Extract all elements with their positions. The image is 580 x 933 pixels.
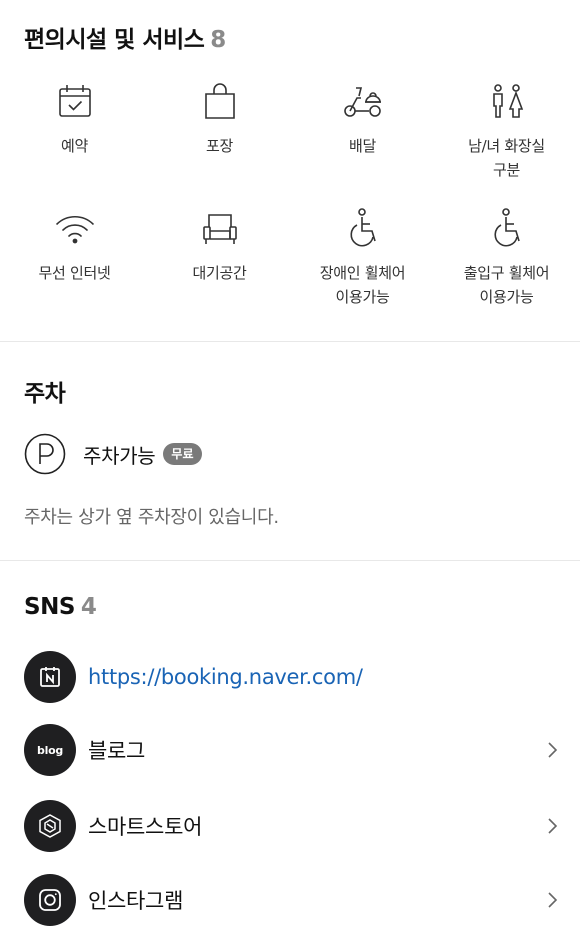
amenity-restroom: 남/녀 화장실 구분: [434, 80, 579, 182]
naver-booking-icon: [24, 651, 76, 703]
amenity-delivery: 배달: [290, 80, 435, 158]
parking-icon: [24, 433, 66, 475]
chevron-right-icon: [548, 892, 558, 908]
amenity-label: 출입구 휠체어 이용가능: [463, 264, 550, 306]
parking-note: 주차는 상가 옆 주차장이 있습니다.: [24, 507, 279, 528]
amenities-title: 편의시설 및 서비스 8: [24, 20, 226, 54]
sns-item-booking[interactable]: https://booking.naver.com/: [24, 651, 560, 703]
parking-title: 주차: [24, 381, 66, 407]
blog-icon-text: blog: [37, 743, 63, 757]
instagram-icon: [24, 874, 76, 926]
sns-item-instagram[interactable]: 인스타그램: [24, 874, 560, 926]
sns-item-blog[interactable]: blog 블로그: [24, 724, 560, 776]
amenities-title-text: 편의시설 및 서비스: [24, 27, 205, 53]
amenity-label: 장애인 휠체어 이용가능: [319, 264, 406, 306]
amenity-label: 무선 인터넷: [38, 264, 111, 282]
section-divider: [0, 341, 580, 342]
amenity-entrance-wheelchair: 출입구 휠체어 이용가능: [434, 207, 579, 309]
amenity-wifi: 무선 인터넷: [2, 207, 147, 285]
wheelchair-icon: [349, 208, 376, 247]
amenities-count: 8: [210, 27, 226, 53]
sns-item-label: 인스타그램: [88, 889, 184, 913]
parking-status-row: 주차가능 무료: [24, 433, 202, 475]
amenity-waiting-area: 대기공간: [147, 207, 292, 285]
amenity-label: 남/녀 화장실 구분: [468, 137, 545, 179]
amenity-label: 대기공간: [192, 264, 247, 282]
sns-title: SNS 4: [24, 594, 97, 620]
amenity-reservation: 예약: [2, 80, 147, 158]
amenity-label: 예약: [60, 137, 88, 155]
chevron-right-icon: [548, 742, 558, 758]
parking-fee-badge: 무료: [163, 443, 202, 465]
amenity-label: 배달: [348, 137, 376, 155]
delivery-scooter-icon: [343, 87, 381, 117]
amenity-label: 포장: [205, 137, 233, 155]
amenity-wheelchair: 장애인 휠체어 이용가능: [290, 207, 435, 309]
wheelchair-entrance-icon: [493, 208, 520, 247]
wifi-icon: [55, 215, 94, 244]
amenity-takeout: 포장: [147, 80, 292, 158]
armchair-icon: [202, 214, 237, 244]
parking-status: 주차가능: [83, 443, 156, 468]
sns-item-smartstore[interactable]: 스마트스토어: [24, 800, 560, 852]
sns-item-label: 블로그: [88, 739, 146, 763]
section-divider: [0, 560, 580, 561]
smartstore-icon: [24, 800, 76, 852]
sns-item-label[interactable]: https://booking.naver.com/: [88, 665, 560, 689]
blog-icon: blog: [24, 724, 76, 776]
shopping-bag-icon: [204, 83, 235, 119]
sns-item-label: 스마트스토어: [88, 815, 203, 839]
chevron-right-icon: [548, 818, 558, 834]
sns-count: 4: [80, 594, 97, 620]
calendar-check-icon: [58, 85, 91, 117]
sns-title-text: SNS: [24, 594, 75, 620]
restroom-icon: [492, 84, 523, 118]
